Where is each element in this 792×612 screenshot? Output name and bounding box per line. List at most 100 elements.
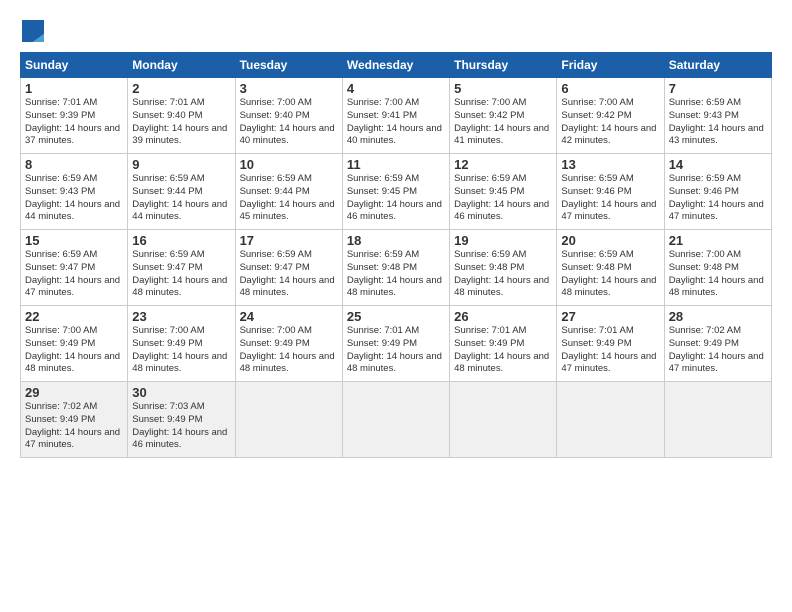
day-number: 1 xyxy=(25,81,123,96)
calendar-cell: 11Sunrise: 6:59 AMSunset: 9:45 PMDayligh… xyxy=(342,154,449,230)
day-info: Sunrise: 6:59 AMSunset: 9:46 PMDaylight:… xyxy=(669,173,767,224)
day-info: Sunrise: 6:59 AMSunset: 9:45 PMDaylight:… xyxy=(347,173,445,224)
calendar-cell: 13Sunrise: 6:59 AMSunset: 9:46 PMDayligh… xyxy=(557,154,664,230)
day-number: 25 xyxy=(347,309,445,324)
day-number: 27 xyxy=(561,309,659,324)
day-number: 19 xyxy=(454,233,552,248)
day-info: Sunrise: 7:01 AMSunset: 9:39 PMDaylight:… xyxy=(25,97,123,148)
calendar-cell: 21Sunrise: 7:00 AMSunset: 9:48 PMDayligh… xyxy=(664,230,771,306)
day-number: 12 xyxy=(454,157,552,172)
day-number: 30 xyxy=(132,385,230,400)
day-info: Sunrise: 6:59 AMSunset: 9:44 PMDaylight:… xyxy=(132,173,230,224)
day-info: Sunrise: 6:59 AMSunset: 9:47 PMDaylight:… xyxy=(132,249,230,300)
day-info: Sunrise: 7:03 AMSunset: 9:49 PMDaylight:… xyxy=(132,401,230,452)
calendar-cell: 23Sunrise: 7:00 AMSunset: 9:49 PMDayligh… xyxy=(128,306,235,382)
calendar-cell: 26Sunrise: 7:01 AMSunset: 9:49 PMDayligh… xyxy=(450,306,557,382)
calendar-cell: 28Sunrise: 7:02 AMSunset: 9:49 PMDayligh… xyxy=(664,306,771,382)
calendar-cell: 5Sunrise: 7:00 AMSunset: 9:42 PMDaylight… xyxy=(450,78,557,154)
calendar-cell xyxy=(557,382,664,458)
calendar-cell: 8Sunrise: 6:59 AMSunset: 9:43 PMDaylight… xyxy=(21,154,128,230)
calendar-cell: 1Sunrise: 7:01 AMSunset: 9:39 PMDaylight… xyxy=(21,78,128,154)
day-number: 14 xyxy=(669,157,767,172)
calendar-table: SundayMondayTuesdayWednesdayThursdayFrid… xyxy=(20,52,772,458)
day-info: Sunrise: 6:59 AMSunset: 9:46 PMDaylight:… xyxy=(561,173,659,224)
calendar-cell: 30Sunrise: 7:03 AMSunset: 9:49 PMDayligh… xyxy=(128,382,235,458)
calendar-cell: 7Sunrise: 6:59 AMSunset: 9:43 PMDaylight… xyxy=(664,78,771,154)
day-number: 28 xyxy=(669,309,767,324)
day-info: Sunrise: 7:01 AMSunset: 9:40 PMDaylight:… xyxy=(132,97,230,148)
week-row-5: 29Sunrise: 7:02 AMSunset: 9:49 PMDayligh… xyxy=(21,382,772,458)
calendar-cell xyxy=(235,382,342,458)
calendar-cell xyxy=(664,382,771,458)
day-number: 7 xyxy=(669,81,767,96)
day-number: 10 xyxy=(240,157,338,172)
calendar-cell: 14Sunrise: 6:59 AMSunset: 9:46 PMDayligh… xyxy=(664,154,771,230)
logo-icon xyxy=(22,20,44,42)
day-number: 16 xyxy=(132,233,230,248)
day-number: 3 xyxy=(240,81,338,96)
day-info: Sunrise: 7:00 AMSunset: 9:49 PMDaylight:… xyxy=(25,325,123,376)
col-header-monday: Monday xyxy=(128,53,235,78)
day-number: 4 xyxy=(347,81,445,96)
day-info: Sunrise: 7:02 AMSunset: 9:49 PMDaylight:… xyxy=(669,325,767,376)
day-number: 22 xyxy=(25,309,123,324)
col-header-thursday: Thursday xyxy=(450,53,557,78)
calendar-cell: 6Sunrise: 7:00 AMSunset: 9:42 PMDaylight… xyxy=(557,78,664,154)
day-info: Sunrise: 6:59 AMSunset: 9:48 PMDaylight:… xyxy=(454,249,552,300)
day-number: 21 xyxy=(669,233,767,248)
calendar-cell: 27Sunrise: 7:01 AMSunset: 9:49 PMDayligh… xyxy=(557,306,664,382)
day-info: Sunrise: 6:59 AMSunset: 9:47 PMDaylight:… xyxy=(25,249,123,300)
day-number: 11 xyxy=(347,157,445,172)
day-number: 29 xyxy=(25,385,123,400)
week-row-4: 22Sunrise: 7:00 AMSunset: 9:49 PMDayligh… xyxy=(21,306,772,382)
day-number: 20 xyxy=(561,233,659,248)
day-info: Sunrise: 7:00 AMSunset: 9:41 PMDaylight:… xyxy=(347,97,445,148)
col-header-tuesday: Tuesday xyxy=(235,53,342,78)
calendar-cell: 17Sunrise: 6:59 AMSunset: 9:47 PMDayligh… xyxy=(235,230,342,306)
day-number: 23 xyxy=(132,309,230,324)
col-header-saturday: Saturday xyxy=(664,53,771,78)
day-number: 26 xyxy=(454,309,552,324)
col-header-friday: Friday xyxy=(557,53,664,78)
calendar-cell: 19Sunrise: 6:59 AMSunset: 9:48 PMDayligh… xyxy=(450,230,557,306)
calendar-cell: 25Sunrise: 7:01 AMSunset: 9:49 PMDayligh… xyxy=(342,306,449,382)
day-number: 5 xyxy=(454,81,552,96)
day-number: 18 xyxy=(347,233,445,248)
calendar-cell: 16Sunrise: 6:59 AMSunset: 9:47 PMDayligh… xyxy=(128,230,235,306)
page: SundayMondayTuesdayWednesdayThursdayFrid… xyxy=(0,0,792,468)
day-number: 2 xyxy=(132,81,230,96)
week-row-2: 8Sunrise: 6:59 AMSunset: 9:43 PMDaylight… xyxy=(21,154,772,230)
col-header-sunday: Sunday xyxy=(21,53,128,78)
week-row-3: 15Sunrise: 6:59 AMSunset: 9:47 PMDayligh… xyxy=(21,230,772,306)
calendar-cell: 20Sunrise: 6:59 AMSunset: 9:48 PMDayligh… xyxy=(557,230,664,306)
calendar-cell: 10Sunrise: 6:59 AMSunset: 9:44 PMDayligh… xyxy=(235,154,342,230)
col-header-wednesday: Wednesday xyxy=(342,53,449,78)
day-info: Sunrise: 7:01 AMSunset: 9:49 PMDaylight:… xyxy=(561,325,659,376)
calendar-cell: 12Sunrise: 6:59 AMSunset: 9:45 PMDayligh… xyxy=(450,154,557,230)
calendar-cell xyxy=(342,382,449,458)
day-info: Sunrise: 6:59 AMSunset: 9:47 PMDaylight:… xyxy=(240,249,338,300)
calendar-cell: 22Sunrise: 7:00 AMSunset: 9:49 PMDayligh… xyxy=(21,306,128,382)
day-info: Sunrise: 7:02 AMSunset: 9:49 PMDaylight:… xyxy=(25,401,123,452)
day-number: 13 xyxy=(561,157,659,172)
calendar-cell: 2Sunrise: 7:01 AMSunset: 9:40 PMDaylight… xyxy=(128,78,235,154)
day-info: Sunrise: 7:00 AMSunset: 9:40 PMDaylight:… xyxy=(240,97,338,148)
header-row: SundayMondayTuesdayWednesdayThursdayFrid… xyxy=(21,53,772,78)
day-info: Sunrise: 7:01 AMSunset: 9:49 PMDaylight:… xyxy=(347,325,445,376)
week-row-1: 1Sunrise: 7:01 AMSunset: 9:39 PMDaylight… xyxy=(21,78,772,154)
calendar-cell xyxy=(450,382,557,458)
day-info: Sunrise: 7:00 AMSunset: 9:49 PMDaylight:… xyxy=(132,325,230,376)
day-number: 17 xyxy=(240,233,338,248)
calendar-cell: 24Sunrise: 7:00 AMSunset: 9:49 PMDayligh… xyxy=(235,306,342,382)
calendar-cell: 4Sunrise: 7:00 AMSunset: 9:41 PMDaylight… xyxy=(342,78,449,154)
day-info: Sunrise: 6:59 AMSunset: 9:43 PMDaylight:… xyxy=(669,97,767,148)
day-info: Sunrise: 6:59 AMSunset: 9:44 PMDaylight:… xyxy=(240,173,338,224)
logo xyxy=(20,18,44,42)
day-info: Sunrise: 7:00 AMSunset: 9:42 PMDaylight:… xyxy=(561,97,659,148)
day-info: Sunrise: 6:59 AMSunset: 9:48 PMDaylight:… xyxy=(347,249,445,300)
day-number: 24 xyxy=(240,309,338,324)
day-info: Sunrise: 6:59 AMSunset: 9:45 PMDaylight:… xyxy=(454,173,552,224)
day-number: 6 xyxy=(561,81,659,96)
calendar-cell: 9Sunrise: 6:59 AMSunset: 9:44 PMDaylight… xyxy=(128,154,235,230)
day-info: Sunrise: 7:01 AMSunset: 9:49 PMDaylight:… xyxy=(454,325,552,376)
